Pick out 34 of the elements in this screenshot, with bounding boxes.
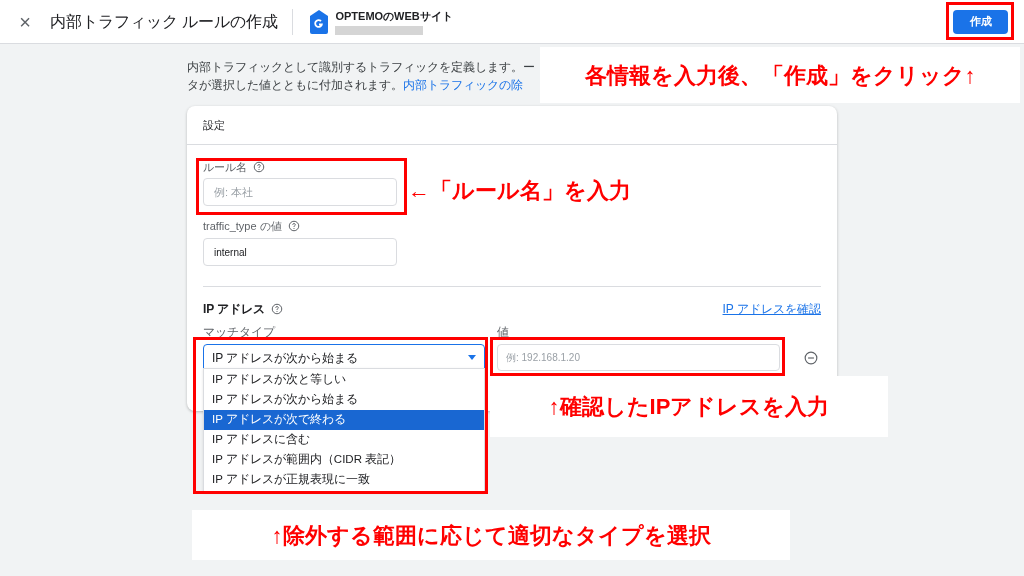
tag-icon bbox=[310, 9, 329, 34]
create-button[interactable]: 作成 bbox=[953, 9, 1008, 34]
exclusion-link[interactable]: 内部トラフィックの除 bbox=[403, 78, 523, 92]
help-icon bbox=[271, 303, 284, 315]
dropdown-option[interactable]: IP アドレスに含む bbox=[204, 430, 484, 450]
annotation-text: ↑確認したIPアドレスを入力 bbox=[548, 393, 830, 421]
card-title: 設定 bbox=[203, 117, 225, 133]
section-title: IP アドレス bbox=[203, 301, 266, 318]
highlight-frame bbox=[946, 2, 1014, 40]
field-label: 値 bbox=[497, 324, 509, 341]
dropdown-option[interactable]: IP アドレスが次から始まる bbox=[204, 390, 484, 410]
dropdown-caret-icon bbox=[468, 355, 476, 360]
ip-value-field[interactable]: 例: 192.168.1.20 bbox=[497, 344, 780, 371]
help-icon bbox=[287, 219, 300, 232]
description-line: タが選択した値とともに付加されます。内部トラフィックの除 bbox=[187, 77, 523, 94]
dropdown-option[interactable]: IP アドレスが正規表現に一致 bbox=[204, 470, 484, 490]
field-label: ルール名 bbox=[203, 160, 247, 175]
rule-name-field[interactable]: 例: 本社 bbox=[203, 177, 397, 206]
field-label: マッチタイプ bbox=[203, 324, 277, 341]
annotation-text: ↑除外する範囲に応じて適切なタイプを選択 bbox=[271, 521, 711, 550]
dropdown-option[interactable]: IP アドレスが範囲内（CIDR 表記） bbox=[204, 450, 484, 470]
annotation-text: ←「ルール名」を入力 bbox=[408, 176, 631, 205]
close-button[interactable]: × bbox=[16, 11, 34, 32]
help-icon bbox=[253, 161, 265, 174]
field-label: traffic_type の値 bbox=[203, 218, 282, 234]
description-line: 内部トラフィックとして識別するトラフィックを定義します。ー bbox=[187, 59, 535, 76]
dropdown-option[interactable]: IP アドレスが次で終わる bbox=[204, 410, 484, 430]
check-ip-link[interactable]: IP アドレスを確認 bbox=[722, 300, 821, 318]
annotation-text: 各情報を入力後、「作成」をクリック↑ bbox=[584, 61, 976, 90]
dropdown-option[interactable]: IP アドレスが次と等しい bbox=[204, 370, 484, 390]
property-name: OPTEMOのWEBサイト bbox=[335, 8, 453, 24]
remove-icon[interactable] bbox=[804, 350, 818, 365]
page-title: 内部トラフィック ルールの作成 bbox=[50, 11, 279, 32]
traffic-type-field[interactable]: internal bbox=[203, 238, 397, 266]
